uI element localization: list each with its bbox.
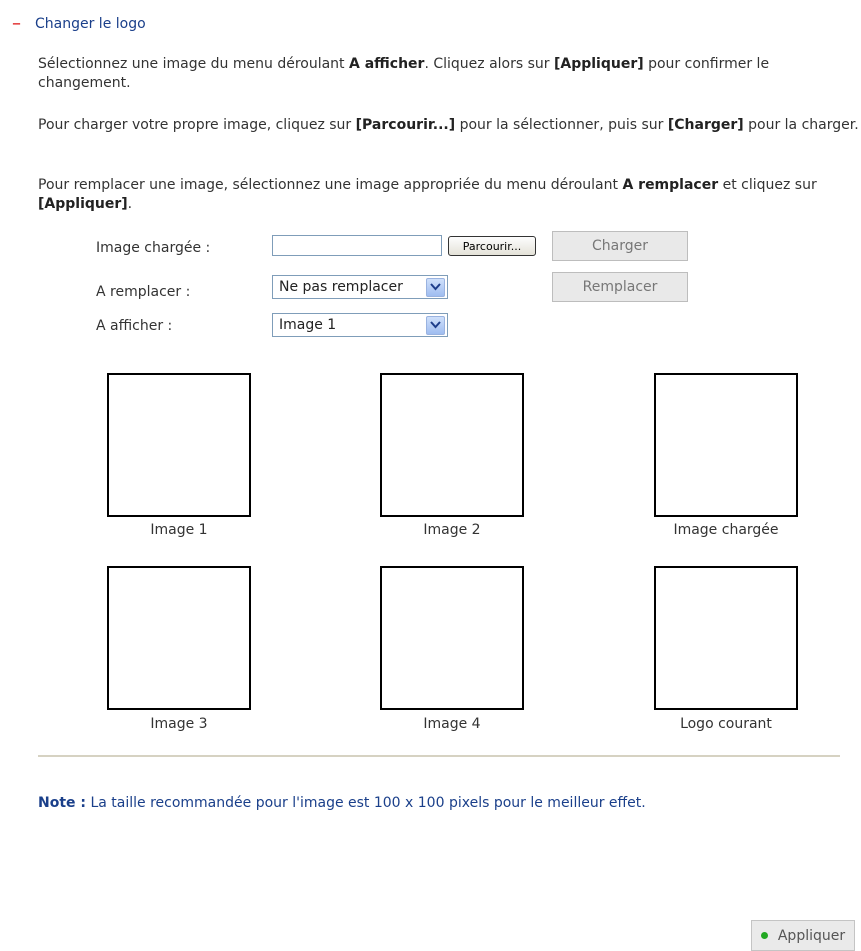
apply-label: Appliquer [777,927,846,944]
file-path-input[interactable] [272,235,442,256]
image-4-preview [380,566,524,710]
section-title[interactable]: Changer le logo [35,16,146,32]
instruction-paragraph-2: Pour charger votre propre image, cliquez… [38,117,859,133]
browse-button[interactable]: Parcourir... [448,236,536,256]
current-logo-preview [654,566,798,710]
remplacer-button[interactable]: Remplacer [552,272,688,302]
image-caption: Image 3 [150,716,208,732]
divider [38,755,840,757]
green-dot-icon [760,932,768,939]
image-caption: Image chargée [673,522,779,538]
display-label: A afficher : [96,318,173,334]
display-select-value: Image 1 [279,317,337,333]
uploaded-image-label: Image chargée : [96,240,211,256]
replace-select-value: Ne pas remplacer [279,279,403,295]
image-caption: Logo courant [680,716,772,732]
section-header[interactable]: – Changer le logo [12,15,146,33]
replace-select[interactable]: Ne pas remplacer [272,275,448,299]
image-caption: Image 4 [423,716,481,732]
uploaded-image-preview [654,373,798,517]
chevron-down-icon[interactable] [426,315,445,335]
charger-button[interactable]: Charger [552,231,688,261]
image-2-preview [380,373,524,517]
instruction-paragraph-1: Sélectionnez une image du menu déroulant… [38,56,770,91]
display-select[interactable]: Image 1 [272,313,448,337]
minus-icon[interactable]: – [12,15,21,33]
image-1-preview [107,373,251,517]
instruction-paragraph-3: Pour remplacer une image, sélectionnez u… [38,177,817,212]
image-caption: Image 2 [423,522,481,538]
chevron-down-icon[interactable] [426,277,445,297]
logo-settings-panel: – Changer le logo Sélectionnez une image… [0,0,861,951]
note-text: Note : La taille recommandée pour l'imag… [38,795,646,811]
replace-label: A remplacer : [96,284,191,300]
apply-button[interactable]: Appliquer [751,920,855,951]
image-3-preview [107,566,251,710]
image-caption: Image 1 [150,522,208,538]
